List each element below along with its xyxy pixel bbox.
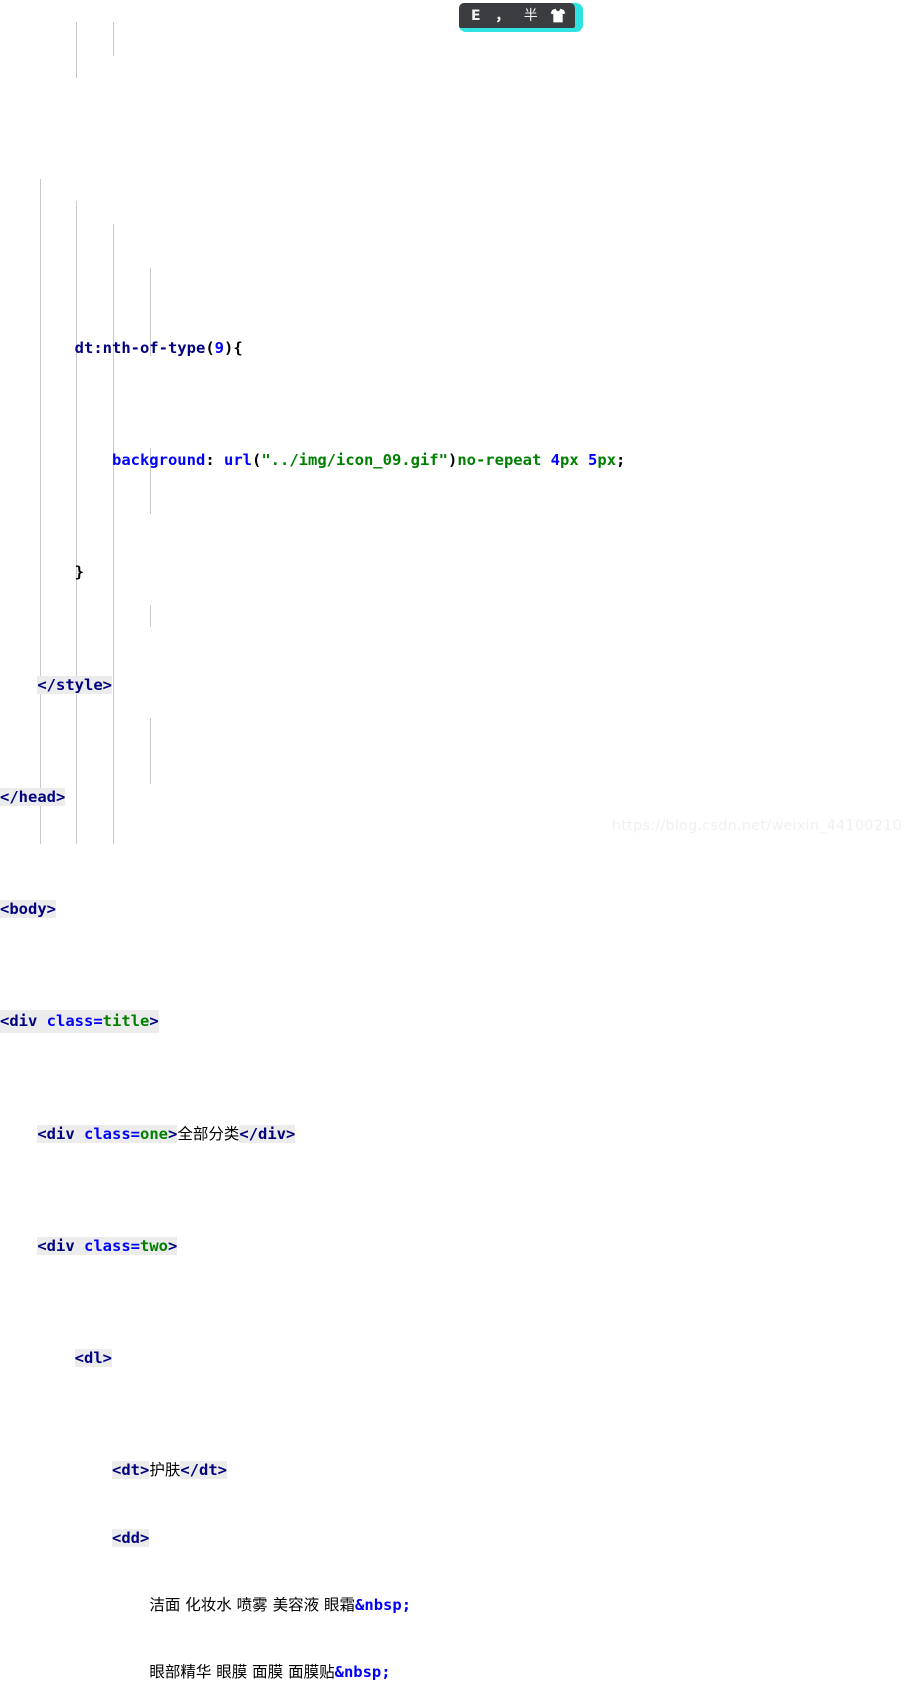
indent-ws <box>0 1125 37 1143</box>
code-line[interactable]: </head> <box>0 786 916 808</box>
indent-ws <box>0 563 75 581</box>
css-offset-x-unit: px <box>560 451 579 470</box>
dl-open-tag: <dl> <box>74 1349 112 1368</box>
indent-guide <box>150 718 151 784</box>
code-line[interactable]: <div class=title> <box>0 1010 916 1033</box>
nbsp-entity: &nbsp; <box>355 1595 412 1614</box>
ime-status-bar[interactable]: E ， 半 <box>459 3 583 32</box>
css-property: background <box>111 451 206 470</box>
indent-ws <box>0 451 112 469</box>
code-line[interactable]: <div class=two> <box>0 1235 916 1257</box>
indent-ws <box>0 1663 149 1681</box>
css-repeat-value: no-repeat <box>457 451 542 470</box>
indent-guide <box>113 224 114 844</box>
attr-value-two: two <box>140 1236 168 1255</box>
head-close-tag: </head> <box>0 787 66 806</box>
indent-guide <box>113 22 114 56</box>
code-line[interactable]: 眼部精华 眼膜 面膜 面膜贴&nbsp; <box>0 1661 916 1683</box>
indent-guide <box>76 201 77 844</box>
indent-ws <box>0 1596 149 1614</box>
csdn-watermark: https://blog.csdn.net/weixin_44100210 <box>611 818 902 834</box>
attr-value-one: one <box>140 1124 168 1143</box>
code-line[interactable]: <dd> <box>0 1527 916 1549</box>
css-selector: dt:nth-of-type <box>74 338 206 357</box>
attr-value-title: title <box>102 1012 150 1031</box>
code-line[interactable]: background: url("../img/icon_09.gif")no-… <box>0 449 916 471</box>
dd-item-text: 洁面 化妆水 喷雾 美容液 眼霜 <box>149 1595 356 1614</box>
dt-term: 护肤 <box>149 1461 181 1480</box>
indent-ws <box>0 1461 112 1479</box>
indent-guide <box>150 605 151 627</box>
body-open-tag: <body> <box>0 900 56 919</box>
half-width-icon[interactable]: 半 <box>519 5 543 27</box>
indent-ws <box>0 1237 37 1255</box>
dd-item-text: 眼部精华 眼膜 面膜 面膜贴 <box>149 1663 335 1682</box>
code-line[interactable]: <body> <box>0 898 916 920</box>
style-close-tag: </style> <box>37 675 112 694</box>
code-line[interactable]: dt:nth-of-type(9){ <box>0 337 916 359</box>
shirt-skin-icon[interactable] <box>546 5 570 27</box>
nbsp-entity: &nbsp; <box>334 1663 391 1682</box>
css-offset-x-number: 4 <box>550 451 560 470</box>
code-line[interactable]: 洁面 化妆水 喷雾 美容液 眼霜&nbsp; <box>0 1594 916 1616</box>
code-line[interactable]: <div class=one>全部分类</div> <box>0 1123 916 1145</box>
css-offset-y-number: 5 <box>588 451 598 470</box>
indent-ws <box>0 1349 75 1367</box>
indent-ws <box>0 1529 112 1547</box>
punctuation-icon[interactable]: ， <box>491 5 515 27</box>
indent-ws <box>0 339 75 357</box>
indent-guide <box>40 179 41 844</box>
div-one-text: 全部分类 <box>177 1124 240 1143</box>
css-selector-arg: 9 <box>214 338 224 357</box>
ime-panel[interactable]: E ， 半 <box>459 3 575 28</box>
indent-ws <box>0 676 37 694</box>
code-line[interactable]: } <box>0 561 916 583</box>
code-editor-canvas[interactable]: dt:nth-of-type(9){ background: url("../i… <box>0 0 916 1681</box>
code-line[interactable]: </style> <box>0 674 916 696</box>
indent-guide <box>76 22 77 78</box>
letter-e-icon[interactable]: E <box>464 5 488 27</box>
css-offset-y-unit: px <box>597 451 617 470</box>
code-line[interactable]: <dl> <box>0 1347 916 1369</box>
css-url-value: "../img/icon_09.gif" <box>261 451 448 470</box>
code-line[interactable]: <dt>护肤</dt> <box>0 1459 916 1481</box>
css-url-function: url <box>223 451 252 470</box>
